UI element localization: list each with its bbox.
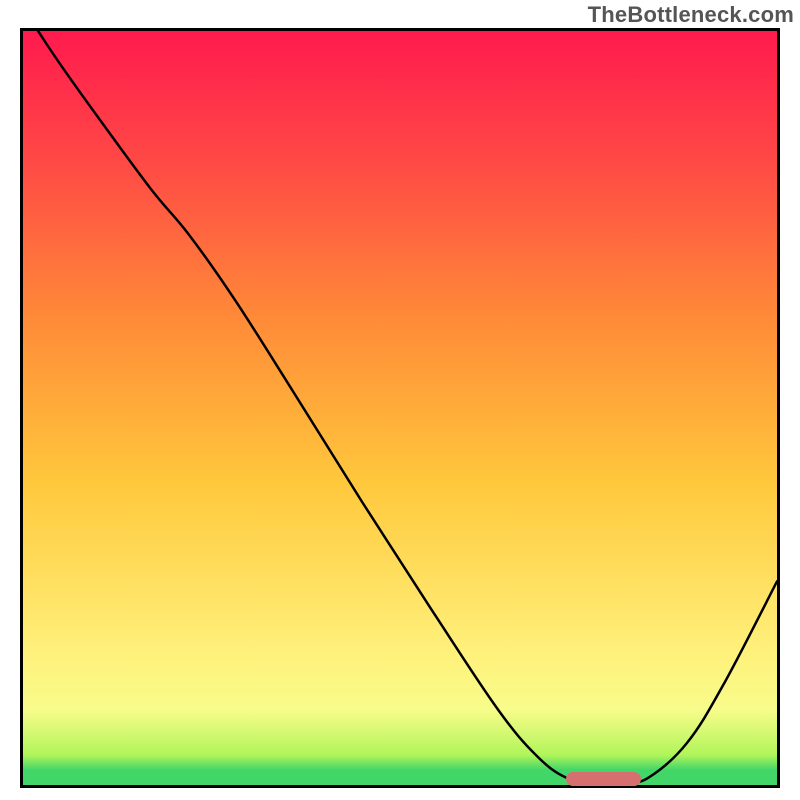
optimal-range-marker bbox=[566, 772, 641, 786]
bottleneck-curve-path bbox=[38, 31, 777, 783]
chart-container: TheBottleneck.com bbox=[0, 0, 800, 800]
plot-area bbox=[20, 28, 780, 788]
line-layer bbox=[23, 31, 777, 785]
watermark-text: TheBottleneck.com bbox=[588, 2, 794, 28]
